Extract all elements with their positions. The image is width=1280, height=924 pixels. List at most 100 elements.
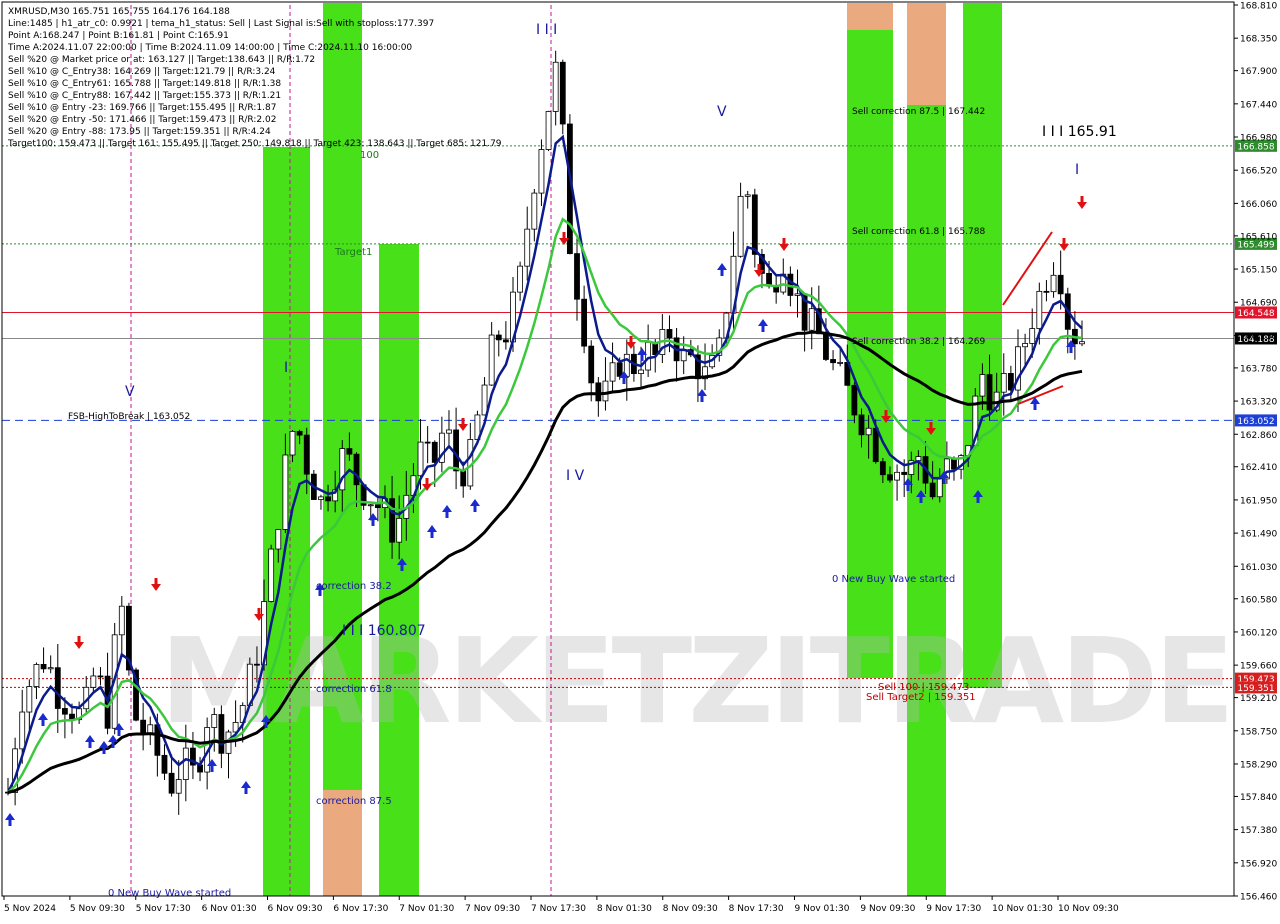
info-line-11: Target100: 159.473 || Target 161: 155.49… (7, 139, 502, 149)
candle-body (1029, 328, 1036, 344)
candle-body (446, 429, 452, 434)
candle-body (865, 427, 872, 436)
candle-body (559, 61, 566, 125)
price-tick-label: 168.810 (1240, 2, 1277, 12)
chart-window[interactable]: MARKETZITRADE 166.858 165.499 164.548 164.1… (0, 0, 1280, 920)
candle-body (168, 772, 175, 794)
time-tick-label: 10 Nov 01:30 (992, 904, 1053, 914)
candle-body (502, 339, 509, 343)
info-line-1: Line:1485 | h1_atr_c0: 0.9921 | tema_h1_… (8, 19, 434, 29)
candle (559, 59, 566, 135)
price-tick-label: 159.210 (1240, 694, 1277, 704)
label-100: 100 (360, 150, 379, 161)
info-line-10: Sell %20 @ Entry -88: 173.95 || Target:1… (8, 127, 271, 137)
price-tick-label: 164.230 (1240, 332, 1277, 342)
wave-i-right-label: I (1075, 162, 1079, 178)
candle-body (979, 374, 986, 397)
candle-body (90, 675, 97, 688)
candle-body (218, 714, 225, 754)
candle-body (325, 496, 331, 502)
candle-body (62, 708, 68, 715)
price-tick-label: 166.520 (1240, 167, 1277, 177)
level-badge-text-6: 159.351 (1237, 684, 1274, 694)
price-tick-label: 157.840 (1240, 793, 1277, 803)
candle-body (431, 441, 438, 463)
info-line-6: Sell %10 @ C_Entry61: 165.788 || Target:… (8, 79, 281, 89)
candle-body (19, 711, 26, 750)
level-badge-text-0: 166.858 (1237, 142, 1274, 152)
sell-correction-875-label: Sell correction 87.5 | 167.442 (852, 107, 985, 117)
price-tick-label: 162.410 (1240, 463, 1277, 473)
candle-body (744, 194, 751, 197)
price-chart[interactable]: MARKETZITRADE 166.858165.499164.548164.1… (0, 0, 1280, 920)
candle-body (346, 448, 353, 455)
info-line-0: XMRUSD,M30 165.751 165.755 164.176 164.1… (8, 7, 230, 17)
candle-body (367, 504, 374, 507)
candle-body (851, 384, 858, 416)
candle-body (275, 529, 282, 550)
candle-body (808, 308, 815, 331)
candle-body (374, 504, 381, 508)
candle-body (830, 359, 836, 364)
price-tick-label: 162.860 (1240, 431, 1277, 441)
price-tick-label: 165.150 (1240, 266, 1277, 276)
time-tick-label: 5 Nov 2024 (4, 904, 56, 914)
candle-body (211, 714, 218, 728)
candle (545, 110, 552, 152)
time-tick-label: 8 Nov 01:30 (597, 904, 652, 914)
candle-body (887, 474, 893, 481)
candle-body (986, 374, 993, 411)
candle-body (616, 362, 623, 377)
candle-body (929, 482, 936, 498)
candle-body (951, 458, 957, 470)
candle-body (268, 548, 275, 602)
price-tick-label: 160.580 (1240, 595, 1277, 605)
candle-body (858, 414, 865, 436)
time-tick-label: 8 Nov 17:30 (729, 904, 784, 914)
candle-body (182, 747, 189, 780)
price-tick-label: 168.350 (1240, 35, 1277, 45)
candle-body (552, 61, 559, 112)
info-line-5: Sell %10 @ C_Entry38: 164.269 || Target:… (8, 67, 276, 77)
candle-body (296, 430, 303, 436)
price-tick-label: 159.660 (1240, 662, 1277, 672)
candle-body (588, 345, 595, 384)
candle-body (396, 517, 403, 543)
candle-body (481, 384, 488, 416)
candle-body (894, 471, 900, 481)
zone-orange-5 (847, 3, 893, 30)
candle-body (97, 675, 104, 678)
info-line-3: Time A:2024.11.07 22:00:00 | Time B:2024… (7, 43, 412, 53)
candle-body (254, 663, 260, 666)
time-tick-label: 7 Nov 01:30 (399, 904, 454, 914)
candle-body (1079, 341, 1085, 345)
price-tick-label: 163.320 (1240, 398, 1277, 408)
price-tick-label: 161.030 (1240, 563, 1277, 573)
candle-body (1050, 274, 1057, 293)
price-tick-label: 161.490 (1240, 530, 1277, 540)
sell-target2-label: Sell Target2 | 159.351 (866, 692, 976, 703)
candle-body (794, 293, 801, 296)
time-tick-label: 6 Nov 09:30 (268, 904, 323, 914)
candle-body (33, 664, 40, 687)
candle-body (879, 461, 886, 476)
candle-body (40, 664, 47, 670)
price-tick-label: 156.920 (1240, 859, 1277, 869)
time-tick-label: 7 Nov 09:30 (465, 904, 520, 914)
target1-label: Target1 (334, 247, 372, 258)
time-tick-label: 5 Nov 09:30 (70, 904, 125, 914)
info-line-4: Sell %20 @ Market price or at: 163.127 |… (8, 55, 315, 65)
candle-body (872, 427, 879, 463)
candle-body (118, 605, 125, 636)
wave-iii-low-label: I I I 160.807 (342, 623, 426, 639)
wave-v-left-label: V (125, 384, 135, 400)
candle-body (424, 441, 431, 444)
candle-body (737, 195, 744, 257)
wave-c-label: I I I 165.91 (1042, 124, 1117, 140)
candle-body (574, 253, 580, 300)
price-tick-label: 158.750 (1240, 727, 1277, 737)
price-tick-label: 166.980 (1240, 134, 1277, 144)
candle-body (823, 333, 829, 360)
candle-body (638, 369, 644, 375)
candle-body (1057, 274, 1064, 295)
